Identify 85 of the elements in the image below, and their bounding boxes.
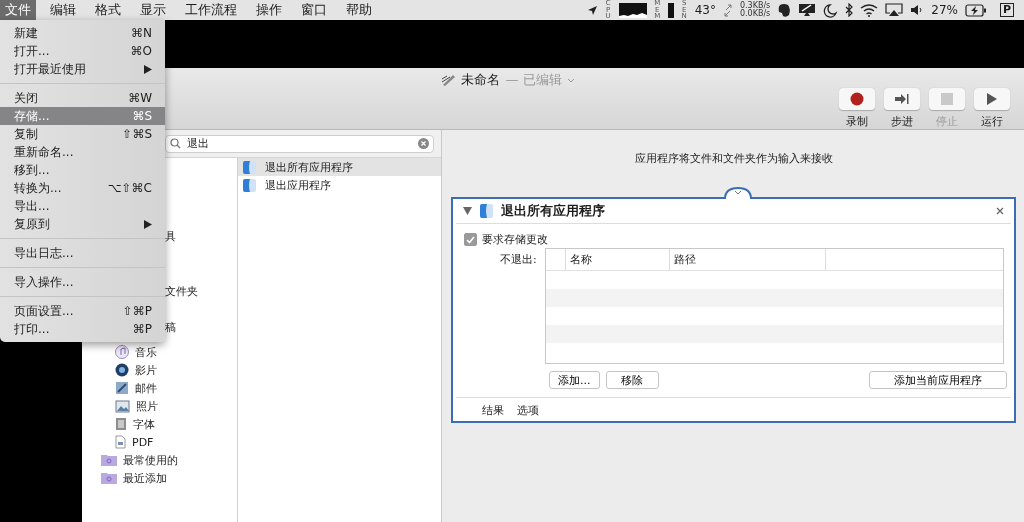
bluetooth-icon[interactable]	[845, 3, 854, 17]
menu-item[interactable]: 存储... ⌘S	[0, 107, 165, 125]
record-icon	[850, 92, 864, 106]
library-item[interactable]: 邮件	[135, 380, 157, 396]
menu-item[interactable]: 导出日志...	[0, 244, 165, 262]
menu-item[interactable]: 打印... ⌘P	[0, 320, 165, 338]
battery-percent: 27%	[931, 3, 958, 17]
menu-item[interactable]: 打开... ⌘O	[0, 42, 165, 60]
library-item[interactable]: 音乐	[135, 344, 157, 360]
action-list-item[interactable]: 退出应用程序	[238, 176, 441, 194]
library-item[interactable]: 最常使用的	[123, 452, 178, 468]
cpu-graph-icon[interactable]	[618, 2, 647, 18]
menu-title[interactable]: 显示	[135, 0, 171, 20]
temperature: 43°	[694, 3, 716, 17]
menu-item[interactable]: 重新命名...	[0, 143, 165, 161]
edited-status: — 已编辑	[505, 71, 562, 89]
menu-item[interactable]: 打开最近使用	[0, 60, 165, 78]
push-button[interactable]: 添加...	[549, 371, 600, 389]
toolbar-button-label: 步进	[891, 114, 913, 129]
field-label: 不退出:	[500, 252, 537, 268]
toolbar-button[interactable]	[884, 88, 920, 110]
window-title: 未命名	[461, 71, 501, 89]
action-list-item[interactable]: 退出所有应用程序	[238, 158, 441, 176]
action-title: 退出所有应用程序	[501, 202, 606, 220]
search-icon	[170, 138, 181, 149]
library-item[interactable]: 最近添加	[123, 470, 167, 486]
menu-title[interactable]: 窗口	[296, 0, 332, 20]
menu-item[interactable]: 导入操作...	[0, 273, 165, 291]
footer-tab[interactable]: 结果	[482, 403, 504, 418]
menu-title[interactable]: 编辑	[45, 0, 81, 20]
script-icon	[441, 73, 457, 87]
push-button[interactable]: 添加当前应用程序	[869, 371, 1007, 389]
photo-icon	[115, 399, 130, 413]
smart-folder-icon	[101, 454, 117, 466]
library-item[interactable]: 影片	[135, 362, 157, 378]
toolbar-button[interactable]	[839, 88, 875, 110]
menu-item[interactable]: 页面设置... ⇧⌘P	[0, 302, 165, 320]
menu-item[interactable]: 新建 ⌘N	[0, 24, 165, 42]
download-speed: 0.0KB/s	[739, 10, 771, 18]
smart-folder-icon	[101, 472, 117, 484]
library-item[interactable]: PDF	[132, 435, 154, 449]
column-header[interactable]: 路径	[669, 249, 826, 270]
search-field[interactable]: 退出	[165, 134, 434, 153]
toolbar-button-label: 录制	[846, 114, 868, 129]
network-arrows-icon[interactable]	[722, 3, 733, 17]
airplay-icon[interactable]	[885, 3, 904, 17]
moon-icon[interactable]	[823, 2, 839, 18]
checkbox-label: 要求存储更改	[482, 232, 548, 247]
menu-title[interactable]: 工作流程	[180, 0, 242, 20]
toolbar-button[interactable]	[974, 88, 1010, 110]
upload-speed: 0.3KB/s	[739, 2, 771, 10]
menu-title[interactable]: 帮助	[341, 0, 377, 20]
battery-charging-icon[interactable]	[964, 3, 987, 17]
push-button[interactable]: 移除	[605, 371, 659, 389]
library-item[interactable]: 字体	[133, 416, 155, 432]
footer-tab[interactable]: 选项	[517, 403, 539, 418]
memory-bar-icon[interactable]	[667, 2, 674, 18]
close-icon[interactable]	[996, 207, 1004, 215]
toolbar-button-label: 运行	[981, 114, 1003, 129]
menu-item[interactable]: 移到...	[0, 161, 165, 179]
menu-item[interactable]: 复制 ⇧⌘S	[0, 125, 165, 143]
input-hint: 应用程序将文件和文件夹作为输入来接收	[633, 150, 834, 167]
disclosure-triangle-icon[interactable]	[463, 207, 472, 215]
menu-item[interactable]: 复原到	[0, 215, 165, 233]
display-icon[interactable]	[798, 3, 817, 17]
menu-title[interactable]: 格式	[90, 0, 126, 20]
column-header[interactable]: 名称	[565, 249, 670, 270]
volume-icon[interactable]	[910, 4, 925, 16]
menu-item[interactable]: 转换为... ⌥⇧⌘C	[0, 179, 165, 197]
step-icon	[894, 93, 910, 105]
wifi-icon[interactable]	[860, 3, 879, 17]
document-icon	[115, 435, 126, 449]
menu-item[interactable]: 导出...	[0, 197, 165, 215]
stop-icon	[941, 93, 953, 105]
library-item[interactable]: 照片	[136, 398, 158, 414]
location-icon[interactable]	[586, 4, 598, 16]
play-icon	[986, 92, 998, 106]
menu-item[interactable]: 关闭 ⌘W	[0, 89, 165, 107]
checkbox[interactable]	[464, 233, 477, 246]
menu-title[interactable]: 文件	[0, 0, 36, 20]
submenu-arrow-icon	[144, 219, 152, 229]
input-source-indicator[interactable]: P	[999, 3, 1014, 17]
submenu-arrow-icon	[144, 64, 152, 74]
menu-title[interactable]: 操作	[251, 0, 287, 20]
clear-icon[interactable]	[418, 138, 429, 149]
